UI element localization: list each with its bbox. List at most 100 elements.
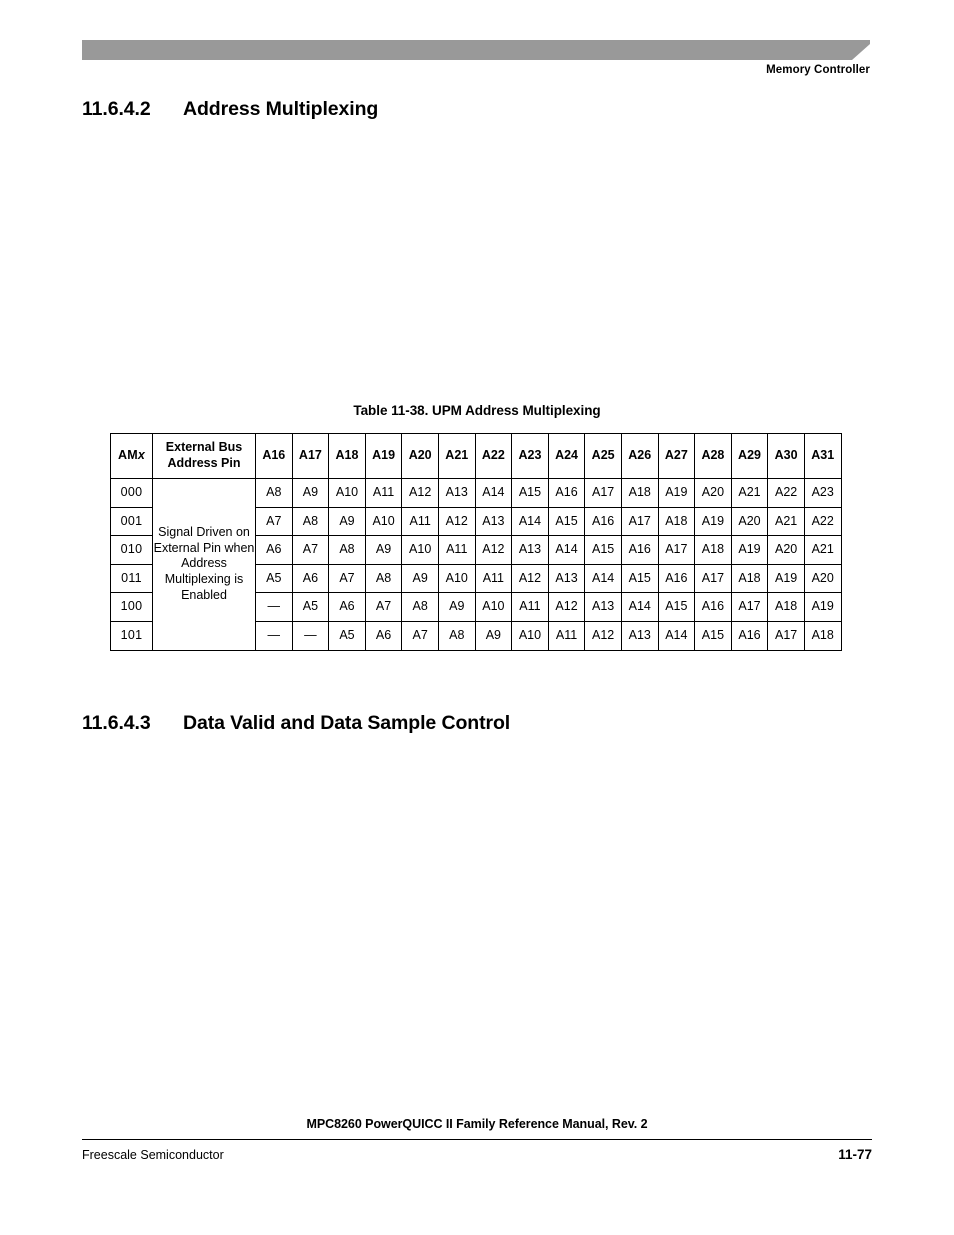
cell-value: A16 [620,535,659,565]
cell-value: A22 [803,506,842,537]
cell-value: A16 [657,563,696,594]
upm-address-multiplexing-table: AMx External Bus Address Pin A16 A17 A18… [110,433,842,651]
cell-value: A9 [437,592,476,622]
running-head: Memory Controller [766,64,870,76]
cell-value: A11 [364,478,403,508]
cell-amx: 000 [110,478,153,508]
cell-value: A9 [291,478,330,508]
cell-value: A13 [511,535,549,565]
cell-value: A16 [584,506,622,537]
cell-value: A5 [291,592,330,622]
footer-manual-title: MPC8260 PowerQUICC II Family Reference M… [306,1117,648,1131]
column-header-a29: A29 [730,433,769,479]
cell-value: A15 [657,592,696,622]
cell-value: A5 [255,563,293,594]
cell-amx: 010 [110,535,153,565]
cell-value: A17 [657,535,696,565]
column-header-a26: A26 [620,433,659,479]
cell-value: A18 [803,620,842,651]
cell-amx: 001 [110,506,153,537]
cell-amx: 011 [110,563,153,594]
column-header-a25: A25 [584,433,622,479]
cell-amx: 101 [110,620,153,651]
cell-value: A19 [657,478,696,508]
section-number: 11.6.4.3 [82,712,151,734]
table-caption: Table 11-38. UPM Address Multiplexing [353,403,601,418]
footer-page-number: 11-77 [838,1147,872,1162]
cell-value: A19 [803,592,842,622]
column-header-a18: A18 [328,433,366,479]
column-header-a21: A21 [437,433,476,479]
column-header-amx: AMx [110,433,153,479]
column-header-a24: A24 [547,433,586,479]
cell-value: A21 [803,535,842,565]
cell-value: A18 [620,478,659,508]
cell-value: A6 [255,535,293,565]
cell-value: A15 [511,478,549,508]
cell-value: A19 [694,506,732,537]
cell-value: A7 [401,620,439,651]
column-header-a28: A28 [694,433,732,479]
table-row: 000 Signal Driven on External Pin when A… [110,478,842,651]
cell-value: A10 [511,620,549,651]
cell-value: A17 [767,620,805,651]
cell-value: A6 [291,563,330,594]
cell-value: A8 [255,478,293,508]
cell-value: A5 [328,620,366,651]
cell-value: A16 [547,478,586,508]
column-header-a23: A23 [511,433,549,479]
cell-value: A6 [364,620,403,651]
cell-value: A18 [730,563,769,594]
cell-value: A11 [474,563,513,594]
cell-value: A11 [401,506,439,537]
cell-value: A14 [474,478,513,508]
cell-value: A12 [474,535,513,565]
cell-value: A15 [547,506,586,537]
cell-value: A12 [511,563,549,594]
cell-value: A15 [620,563,659,594]
cell-value: A22 [767,478,805,508]
column-header-a31: A31 [803,433,842,479]
cell-value: A20 [803,563,842,594]
cell-value: A20 [730,506,769,537]
cell-value: A7 [255,506,293,537]
cell-value: A18 [767,592,805,622]
cell-value: A19 [730,535,769,565]
column-header-a27: A27 [657,433,696,479]
cell-value: — [255,592,293,622]
cell-value: A14 [547,535,586,565]
table: AMx External Bus Address Pin A16 A17 A18… [110,433,842,651]
cell-value: A12 [437,506,476,537]
cell-value: A19 [767,563,805,594]
cell-value: A8 [291,506,330,537]
cell-value: A16 [730,620,769,651]
cell-value: A10 [401,535,439,565]
amx-label: AM [118,448,138,463]
cell-value: A15 [584,535,622,565]
section-title: Address Multiplexing [183,98,379,120]
column-header-a17: A17 [291,433,330,479]
cell-value: A10 [328,478,366,508]
column-header-a16: A16 [255,433,293,479]
cell-value: A13 [474,506,513,537]
cell-value: A10 [437,563,476,594]
column-header-a19: A19 [364,433,403,479]
section-heading-data-valid-and-data-sample-control: 11.6.4.3 Data Valid and Data Sample Cont… [82,712,510,735]
cell-value: A17 [620,506,659,537]
section-title: Data Valid and Data Sample Control [183,712,511,734]
cell-value: A18 [657,506,696,537]
cell-value: A11 [437,535,476,565]
cell-value: A7 [291,535,330,565]
cell-value: A8 [364,563,403,594]
cell-value: A15 [694,620,732,651]
footer-company: Freescale Semiconductor [82,1148,224,1162]
cell-value: A20 [694,478,732,508]
cell-value: A14 [511,506,549,537]
cell-value: A17 [694,563,732,594]
cell-value: A11 [511,592,549,622]
footer-divider [82,1139,872,1140]
cell-value: A20 [767,535,805,565]
cell-value: A14 [657,620,696,651]
cell-value: A12 [401,478,439,508]
cell-value: A12 [584,620,622,651]
